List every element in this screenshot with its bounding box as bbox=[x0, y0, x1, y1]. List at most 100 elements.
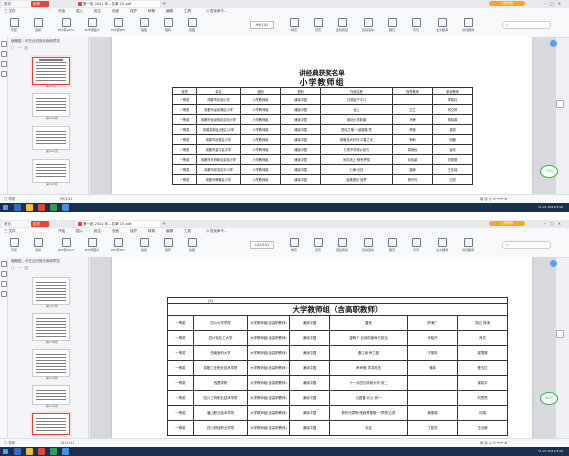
select-tool-button[interactable]: 选择 bbox=[26, 238, 50, 254]
sidebar-tools[interactable]: □ · 一 · 四 bbox=[11, 266, 28, 271]
auto-scroll-button[interactable]: 自动滚动 bbox=[356, 238, 380, 254]
page-thumbnail[interactable] bbox=[32, 277, 70, 305]
browser-app-icon[interactable] bbox=[62, 448, 69, 455]
search-input[interactable]: Q bbox=[502, 241, 551, 249]
pdf-to-image-button[interactable]: PDF转图片 bbox=[80, 18, 104, 34]
continuous-read-button[interactable]: 连续阅读 bbox=[330, 238, 354, 254]
page-thumbnail[interactable] bbox=[32, 93, 70, 117]
start-icon[interactable] bbox=[3, 205, 8, 210]
rotate-button[interactable]: 旋转 bbox=[156, 18, 180, 34]
browser-app-icon[interactable] bbox=[62, 204, 69, 211]
select-tool-button[interactable]: 选择 bbox=[26, 18, 50, 34]
zoom-indicator[interactable]: 85% bbox=[540, 392, 558, 405]
tab-home[interactable]: 首页 bbox=[2, 221, 32, 227]
menu-search-command[interactable]: Q 查找命令... bbox=[206, 8, 227, 15]
explorer-app-icon[interactable] bbox=[26, 448, 33, 455]
tab-document[interactable]: 第一批 2021 年...名单 (2).pdf bbox=[76, 1, 160, 7]
window-controls[interactable]: –▢✕ bbox=[544, 1, 565, 7]
comment-icon[interactable] bbox=[1, 281, 7, 287]
search-app-icon[interactable] bbox=[14, 204, 21, 211]
thumbnail-icon[interactable] bbox=[1, 41, 7, 47]
menu-comment[interactable]: 批注 bbox=[94, 228, 101, 235]
wechat-app-icon[interactable] bbox=[50, 448, 57, 455]
screenshot-button[interactable]: 截图 bbox=[180, 18, 204, 34]
page-thumbnail[interactable] bbox=[32, 159, 70, 183]
continuous-read-button[interactable]: 连续阅读 bbox=[330, 18, 354, 34]
side-panel-icon[interactable] bbox=[556, 330, 564, 338]
page-thumbnail[interactable] bbox=[32, 57, 70, 85]
nav-toggle[interactable]: □ 导航 bbox=[4, 195, 15, 203]
assistant-icon[interactable] bbox=[550, 260, 557, 267]
window-controls[interactable]: –▢✕ bbox=[544, 221, 565, 227]
document-view[interactable]: 讲经典获奖名单 小学教师组 奖项 单位 组别 类别 作品名称 指导教师 参赛教师… bbox=[90, 37, 556, 194]
screenshot-button[interactable]: 截图 bbox=[180, 238, 204, 254]
nav-toggle[interactable]: □ 导航 bbox=[4, 439, 15, 447]
pdf-to-word-button[interactable]: PDF转Word bbox=[54, 18, 78, 34]
menu-convert[interactable]: 转换 bbox=[148, 8, 155, 15]
view-mode-icons[interactable]: ▤ ▥ ◎ ⊖ ━━━ ⊕ bbox=[480, 195, 507, 203]
page-turn-button[interactable]: 翻页 bbox=[380, 18, 404, 34]
full-translate-button[interactable]: 全文翻译 bbox=[430, 238, 454, 254]
menu-edit[interactable]: 编辑 bbox=[166, 8, 173, 15]
wechat-app-icon[interactable] bbox=[50, 204, 57, 211]
page-number-input[interactable]: 141/141 bbox=[250, 241, 274, 249]
bookmark-icon[interactable] bbox=[1, 271, 7, 277]
background-button[interactable]: 背景 bbox=[404, 238, 428, 254]
menu-convert[interactable]: 转换 bbox=[148, 228, 155, 235]
tab-home[interactable]: 首页 bbox=[2, 1, 32, 7]
attachment-icon[interactable] bbox=[1, 71, 7, 77]
menu-page[interactable]: 页面 bbox=[112, 228, 119, 235]
bookmark-icon[interactable] bbox=[1, 51, 7, 57]
assistant-icon[interactable] bbox=[550, 40, 557, 47]
tab-wps[interactable]: 稻壳 bbox=[31, 221, 49, 227]
tab-document[interactable]: 第一批 2021 年...名单 (2).pdf bbox=[76, 221, 160, 227]
double-page-button[interactable]: 双页 bbox=[306, 18, 330, 34]
page-number-input[interactable]: 99/141 bbox=[250, 21, 274, 29]
login-button[interactable]: 立即登录 bbox=[489, 221, 525, 226]
hand-tool-button[interactable]: 手型 bbox=[2, 18, 26, 34]
single-page-button[interactable]: 单页 bbox=[282, 18, 306, 34]
menu-search-command[interactable]: Q 查找命令... bbox=[206, 228, 227, 235]
double-page-button[interactable]: 双页 bbox=[306, 238, 330, 254]
menu-protect[interactable]: 保护 bbox=[130, 8, 137, 15]
side-panel-icon[interactable] bbox=[556, 100, 564, 108]
tab-wps[interactable]: 稻壳 bbox=[31, 1, 49, 7]
zoom-indicator[interactable]: 75% bbox=[540, 165, 558, 178]
wps-app-icon[interactable] bbox=[38, 204, 45, 211]
menu-file[interactable]: 三 文件 bbox=[4, 228, 16, 235]
explorer-app-icon[interactable] bbox=[26, 204, 33, 211]
page-thumbnail[interactable] bbox=[32, 385, 70, 405]
menu-edit[interactable]: 编辑 bbox=[166, 228, 173, 235]
search-input[interactable]: Q bbox=[502, 21, 551, 29]
sidebar-tools[interactable]: □ · 一 · 四 bbox=[11, 46, 28, 51]
menu-home[interactable]: 开始 bbox=[58, 228, 65, 235]
start-icon[interactable] bbox=[3, 449, 8, 454]
menu-file[interactable]: 三 文件 bbox=[4, 8, 16, 15]
single-page-button[interactable]: 单页 bbox=[282, 238, 306, 254]
search-app-icon[interactable] bbox=[14, 448, 21, 455]
page-thumbnail[interactable] bbox=[32, 349, 70, 377]
menu-tools[interactable]: 工具 bbox=[184, 8, 191, 15]
document-view[interactable]: (3) 大学教师组（含高职教师） 一等奖 四川大学学院 大学教师组(含高职教师) 诵读… bbox=[90, 257, 556, 438]
new-tab-button[interactable]: + bbox=[162, 1, 166, 7]
menu-page[interactable]: 页面 bbox=[112, 8, 119, 15]
play-button[interactable]: 播放 bbox=[132, 238, 156, 254]
menu-home[interactable]: 开始 bbox=[58, 8, 65, 15]
attachment-icon[interactable] bbox=[1, 291, 7, 297]
view-mode-icons[interactable]: ▤ ▥ ◎ ⊖ ━━━ ⊕ bbox=[480, 439, 507, 447]
menu-tools[interactable]: 工具 bbox=[184, 228, 191, 235]
background-button[interactable]: 背景 bbox=[404, 18, 428, 34]
page-thumbnail[interactable] bbox=[32, 126, 70, 150]
menu-insert[interactable]: 插入 bbox=[76, 228, 83, 235]
menu-insert[interactable]: 插入 bbox=[76, 8, 83, 15]
page-turn-button[interactable]: 翻页 bbox=[380, 238, 404, 254]
hand-tool-button[interactable]: 手型 bbox=[2, 238, 26, 254]
pdf-to-word-button[interactable]: PDF转Word bbox=[54, 238, 78, 254]
page-thumbnail[interactable] bbox=[32, 313, 70, 341]
new-tab-button[interactable]: + bbox=[162, 221, 166, 227]
pdf-to-ppt-button[interactable]: PDF转PPT bbox=[106, 18, 130, 34]
play-button[interactable]: 播放 bbox=[132, 18, 156, 34]
word-translate-button[interactable]: 划词翻译 bbox=[456, 18, 480, 34]
comment-icon[interactable] bbox=[1, 61, 7, 67]
rotate-button[interactable]: 旋转 bbox=[156, 238, 180, 254]
